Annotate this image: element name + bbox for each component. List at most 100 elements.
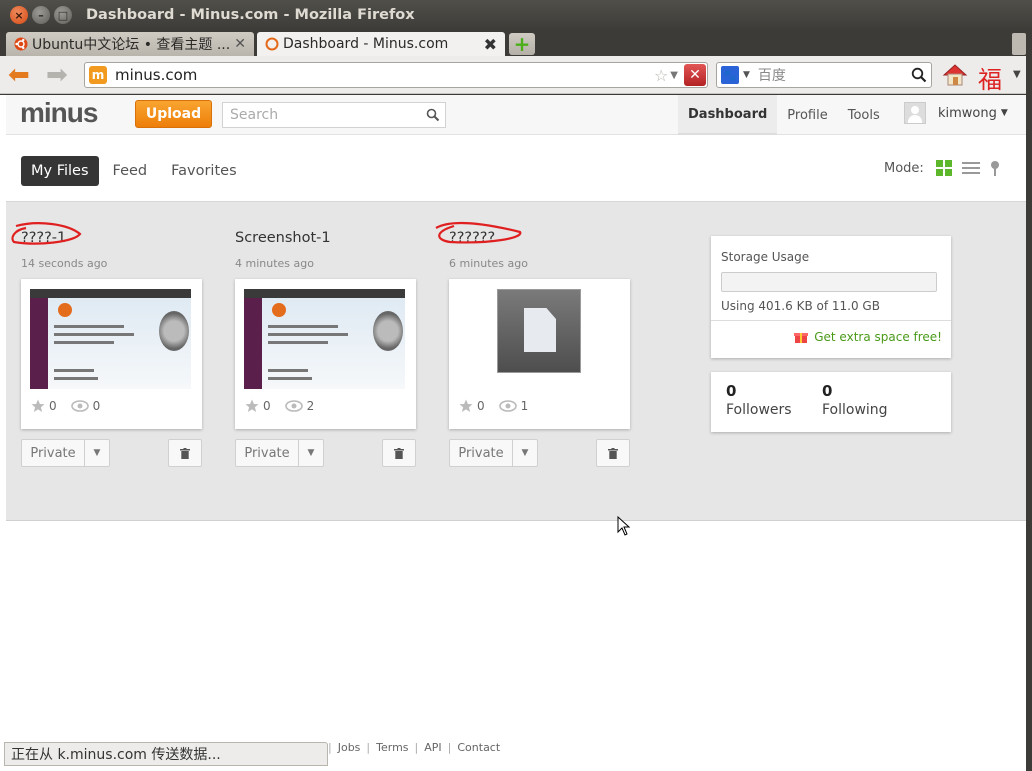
window-titlebar[interactable]: × – □ Dashboard - Minus.com - Mozilla Fi…	[0, 0, 1032, 30]
minus-favicon-icon: m	[89, 66, 107, 84]
minus-logo[interactable]: minus	[20, 97, 98, 129]
close-tab-icon[interactable]: ✖	[484, 35, 497, 54]
browser-tab-label: Dashboard - Minus.com	[283, 36, 449, 52]
user-menu[interactable]: kimwong ▼	[904, 102, 1008, 124]
footer-link-terms[interactable]: Terms	[376, 741, 408, 754]
star-icon[interactable]	[459, 399, 473, 413]
grid-view-icon[interactable]	[935, 160, 952, 176]
loading-icon	[265, 37, 279, 51]
list-view-icon[interactable]	[961, 161, 980, 175]
sub-nav: My Files Feed Favorites Mode:	[6, 136, 1026, 201]
delete-button[interactable]	[596, 439, 630, 467]
browser-tab-minus[interactable]: Dashboard - Minus.com ✖	[257, 32, 505, 56]
file-name[interactable]: ????-1	[21, 230, 66, 246]
tab-favorites[interactable]: Favorites	[161, 156, 247, 186]
fu-addon-icon[interactable]: 福	[978, 60, 1002, 95]
privacy-dropdown[interactable]: Private ▼	[449, 439, 538, 467]
storage-title: Storage Usage	[721, 250, 810, 264]
privacy-label[interactable]: Private	[450, 440, 513, 466]
file-time: 6 minutes ago	[449, 257, 528, 270]
extra-space-link[interactable]: Get extra space free!	[794, 330, 942, 344]
window-minimize-button[interactable]: –	[32, 6, 50, 24]
extra-space-label[interactable]: Get extra space free!	[814, 330, 942, 344]
nav-tools[interactable]: Tools	[838, 95, 890, 135]
nav-dashboard[interactable]: Dashboard	[678, 95, 778, 135]
browser-tab-label: Ubuntu中文论坛 • 查看主题 ...	[32, 37, 231, 53]
tab-my-files[interactable]: My Files	[21, 156, 99, 186]
browser-status-bar: 正在从 k.minus.com 传送数据...	[4, 742, 328, 766]
storage-progress-bar	[721, 272, 937, 292]
footer-separator: |	[366, 741, 371, 754]
home-icon[interactable]	[942, 62, 968, 88]
delete-button[interactable]	[382, 439, 416, 467]
addon-dropdown-icon[interactable]: ▼	[1013, 69, 1021, 80]
search-engine-dropdown-icon[interactable]: ▼	[743, 70, 750, 80]
window-border	[1026, 56, 1032, 771]
footer-link-contact[interactable]: Contact	[457, 741, 500, 754]
file-gallery: ????-1 14 seconds ago 0 0 Private ▼ Scre…	[6, 201, 1026, 521]
star-icon[interactable]	[245, 399, 259, 413]
caret-down-icon: ▼	[1000, 108, 1008, 118]
top-nav: Dashboard Profile Tools	[678, 95, 890, 135]
stop-button[interactable]: ✕	[684, 64, 706, 86]
window-close-button[interactable]: ×	[10, 6, 28, 24]
browser-search-bar[interactable]: 🐾 ▼ 百度	[716, 62, 932, 88]
search-icon[interactable]	[911, 67, 927, 83]
pin-view-icon[interactable]	[990, 160, 1000, 176]
mode-label: Mode:	[884, 160, 924, 176]
forward-button[interactable]: ➡	[46, 62, 68, 88]
view-count: 2	[306, 399, 315, 413]
search-icon[interactable]	[426, 108, 440, 122]
chevron-down-icon[interactable]: ▼	[85, 440, 109, 466]
file-card[interactable]: 0 2	[235, 279, 416, 429]
browser-tab-ubuntu-forum[interactable]: Ubuntu中文论坛 • 查看主题 ... ✕	[6, 32, 254, 56]
eye-icon	[284, 400, 303, 412]
chevron-down-icon[interactable]: ▼	[299, 440, 323, 466]
view-mode-switch: Mode:	[884, 160, 1000, 176]
nav-profile[interactable]: Profile	[777, 95, 837, 135]
baidu-paw-icon[interactable]: 🐾	[721, 66, 739, 84]
bookmark-star-icon[interactable]: ☆	[654, 66, 668, 85]
window-maximize-button[interactable]: □	[54, 6, 72, 24]
site-search-input[interactable]: Search	[230, 107, 426, 123]
following[interactable]: 0 Following	[822, 382, 888, 418]
username: kimwong	[938, 105, 997, 121]
new-tab-button[interactable]: +	[509, 32, 535, 56]
following-label[interactable]: Following	[822, 402, 888, 418]
star-icon[interactable]	[31, 399, 45, 413]
view-count: 1	[520, 399, 529, 413]
file-name[interactable]: ??????	[449, 230, 495, 246]
file-card[interactable]: 0 1	[449, 279, 630, 429]
file-time: 14 seconds ago	[21, 257, 108, 270]
file-time: 4 minutes ago	[235, 257, 314, 270]
url-history-dropdown-icon[interactable]: ▼	[670, 70, 678, 81]
file-card[interactable]: 0 0	[21, 279, 202, 429]
privacy-dropdown[interactable]: Private ▼	[235, 439, 324, 467]
footer-link-api[interactable]: API	[424, 741, 441, 754]
site-search-box[interactable]: Search	[222, 102, 446, 128]
divider	[711, 320, 951, 321]
privacy-dropdown[interactable]: Private ▼	[21, 439, 110, 467]
back-button[interactable]: ⬅	[8, 62, 30, 88]
followers[interactable]: 0 Followers	[726, 382, 792, 418]
chevron-down-icon[interactable]: ▼	[513, 440, 537, 466]
tab-list-button[interactable]	[1012, 33, 1026, 55]
tab-feed[interactable]: Feed	[103, 156, 158, 186]
browser-search-input[interactable]: 百度	[758, 65, 911, 85]
file-thumbnail[interactable]	[30, 289, 191, 389]
url-bar[interactable]: m minus.com ☆ ▼ ✕	[84, 62, 708, 88]
file-thumbnail[interactable]	[244, 289, 405, 389]
file-stats: 0 2	[245, 399, 314, 413]
privacy-label[interactable]: Private	[236, 440, 299, 466]
followers-label[interactable]: Followers	[726, 402, 792, 418]
privacy-label[interactable]: Private	[22, 440, 85, 466]
file-name[interactable]: Screenshot-1	[235, 230, 331, 246]
generic-file-icon[interactable]	[497, 289, 581, 373]
footer-link-jobs[interactable]: Jobs	[338, 741, 361, 754]
upload-button[interactable]: Upload	[135, 100, 212, 128]
webpage: minus Upload Search Dashboard Profile To…	[0, 95, 1032, 771]
delete-button[interactable]	[168, 439, 202, 467]
trash-icon	[394, 447, 404, 459]
url-text[interactable]: minus.com	[115, 66, 654, 84]
close-tab-icon[interactable]: ✕	[234, 36, 246, 52]
